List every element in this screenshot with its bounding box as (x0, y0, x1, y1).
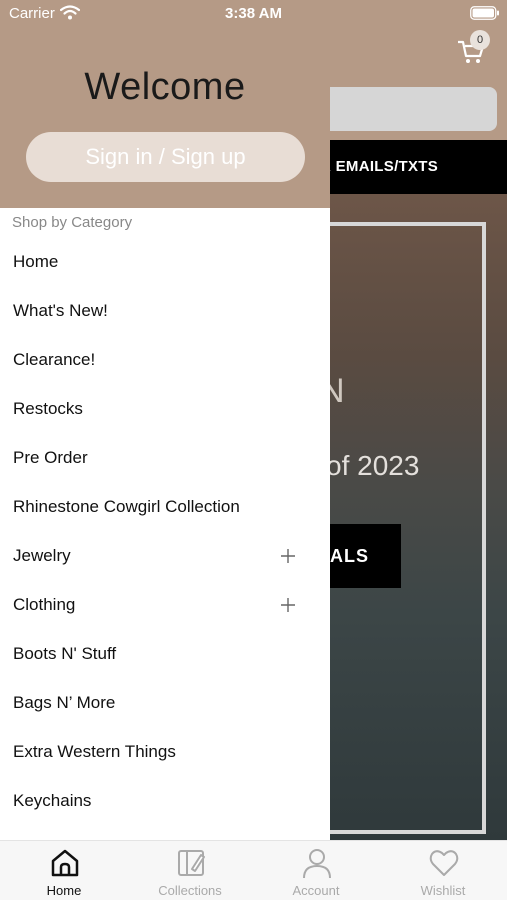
category-item-whats-new[interactable]: What's New! (0, 286, 330, 335)
category-item-restocks[interactable]: Restocks (0, 384, 330, 433)
status-time: 3:38 AM (225, 5, 282, 22)
tab-account[interactable]: Account (253, 841, 379, 900)
tab-label: Home (46, 883, 82, 898)
sign-in-button[interactable]: Sign in / Sign up (26, 132, 305, 182)
status-bar: Carrier 3:38 AM (0, 0, 507, 28)
category-item-pre-order[interactable]: Pre Order (0, 433, 330, 482)
account-icon (303, 849, 331, 879)
category-label: Pre Order (13, 448, 88, 467)
tab-bar: Home Collections Account Wishlist (0, 840, 507, 900)
tab-home[interactable]: Home (1, 841, 127, 900)
category-label: Restocks (13, 399, 83, 418)
hero-subtitle: of 2023 (326, 450, 420, 481)
category-item-boots[interactable]: Boots N' Stuff (0, 629, 330, 678)
category-label: Bags N’ More (13, 693, 116, 712)
tab-collections[interactable]: Collections (127, 841, 253, 900)
side-drawer: Welcome Sign in / Sign up Shop by Catego… (0, 0, 330, 840)
tab-label: Wishlist (420, 883, 466, 898)
tab-label: Collections (158, 883, 222, 898)
section-title: Shop by Category (12, 214, 133, 231)
category-item-extra-western[interactable]: Extra Western Things (0, 727, 330, 776)
plus-icon[interactable] (280, 597, 296, 613)
collections-icon (178, 850, 205, 876)
category-label: Boots N' Stuff (13, 644, 117, 663)
category-label: Home (13, 252, 59, 271)
category-label: Clothing (13, 595, 76, 614)
category-label: Jewelry (13, 546, 71, 565)
category-label: Rhinestone Cowgirl Collection (13, 497, 240, 516)
cart-count-badge: 0 (470, 30, 490, 50)
category-item-bags[interactable]: Bags N’ More (0, 678, 330, 727)
category-item-keychains[interactable]: Keychains (0, 776, 330, 825)
tab-wishlist[interactable]: Wishlist (380, 841, 506, 900)
tab-label: Account (292, 883, 340, 898)
category-label: Keychains (13, 791, 92, 810)
heart-icon (429, 850, 459, 876)
category-label: Clearance! (13, 350, 96, 369)
battery-icon (470, 6, 499, 20)
plus-icon[interactable] (280, 548, 296, 564)
category-item-rhinestone[interactable]: Rhinestone Cowgirl Collection (0, 482, 330, 531)
category-label: Extra Western Things (13, 742, 176, 761)
home-icon (51, 849, 79, 877)
welcome-title: Welcome (84, 66, 246, 108)
category-item-jewelry[interactable]: Jewelry (0, 531, 330, 580)
category-item-clearance[interactable]: Clearance! (0, 335, 330, 384)
category-item-clothing[interactable]: Clothing (0, 580, 330, 629)
category-item-home[interactable]: Home (0, 237, 330, 286)
category-label: What's New! (13, 301, 108, 320)
category-list: Home What's New! Clearance! Restocks Pre… (0, 237, 330, 825)
